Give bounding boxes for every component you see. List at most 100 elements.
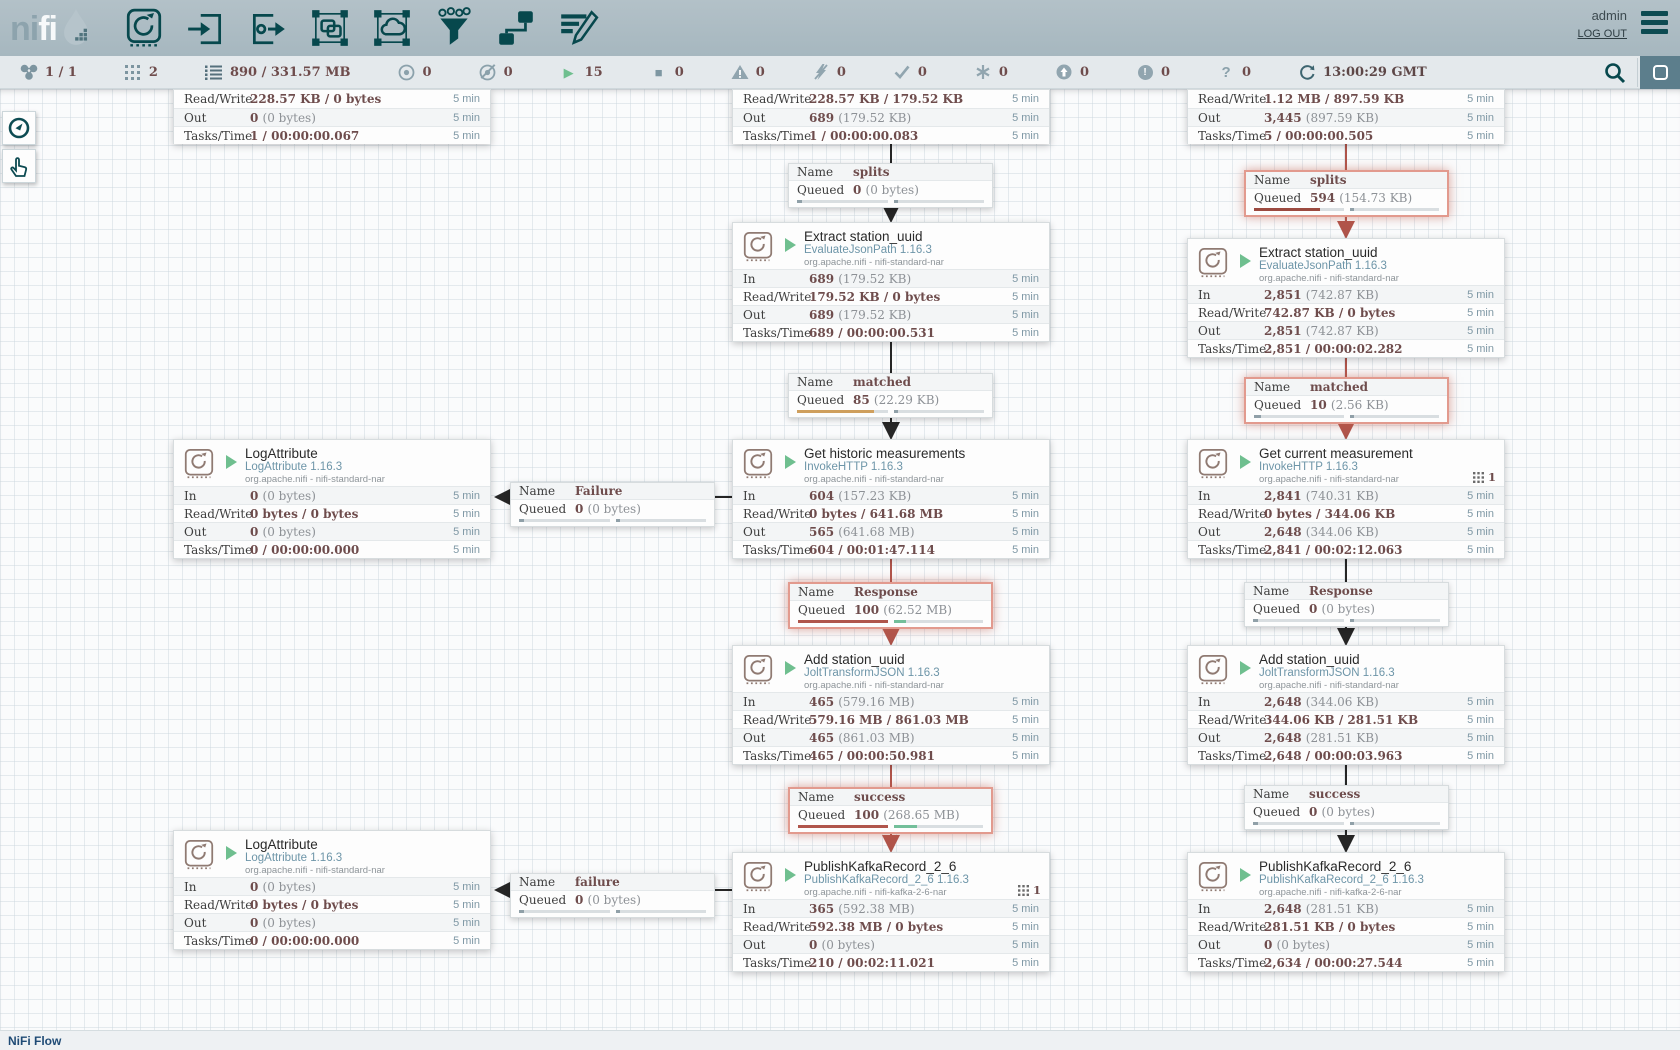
processor-component-icon[interactable] (121, 5, 167, 51)
processor-partial-left[interactable]: Read/Write228.57 KB / 0 bytes5 min Out0 … (173, 89, 491, 144)
processor-extract-station-uuid-middle[interactable]: Extract station_uuidEvaluateJsonPath 1.1… (732, 222, 1050, 342)
connection-queued: 0 (0 bytes) (853, 183, 919, 197)
stat-value: 465 (861.03 MB) (809, 731, 1006, 745)
stat-window: 5 min (453, 508, 480, 520)
connection-success-right[interactable]: NamesuccessQueued0 (0 bytes) (1244, 785, 1449, 830)
stat-row-in: In365 (592.38 MB)5 min (733, 899, 1049, 917)
connection-failure-bottom[interactable]: NamefailureQueued0 (0 bytes) (510, 873, 715, 918)
process-group-component-icon[interactable] (307, 5, 353, 51)
processor-publishkafkarecord-middle[interactable]: PublishKafkaRecord_2_6PublishKafkaRecord… (732, 852, 1050, 972)
stat-window: 5 min (1012, 273, 1039, 285)
queue-percent-bars (1245, 617, 1448, 626)
connection-name: Response (854, 585, 918, 599)
stat-value: 210 / 00:02:11.021 (809, 956, 1006, 970)
queued-count: 890 / 331.57 MB (230, 65, 351, 80)
settings-button[interactable] (1640, 56, 1680, 89)
connection-success-middle[interactable]: NamesuccessQueued100 (268.65 MB) (788, 787, 993, 834)
connection-splits-right[interactable]: NamesplitsQueued594 (154.73 KB) (1244, 170, 1449, 217)
processor-title: Extract station_uuid (1259, 245, 1496, 260)
connection-matched-middle[interactable]: NamematchedQueued85 (22.29 KB) (788, 373, 993, 418)
processor-title: PublishKafkaRecord_2_6 (804, 859, 1041, 874)
stat-row-out: Out2,648 (281.51 KB)5 min (1188, 728, 1504, 746)
queue-percent-bars (790, 618, 991, 627)
label-component-icon[interactable] (555, 5, 601, 51)
logo-text-fi: fi (38, 10, 57, 49)
processor-icon (1198, 861, 1228, 898)
transmitting-count: 0 (423, 65, 432, 80)
stat-value: 689 (179.52 KB) (809, 272, 1006, 286)
processor-title: Add station_uuid (804, 652, 1041, 667)
stat-window: 5 min (453, 544, 480, 556)
connection-matched-right[interactable]: NamematchedQueued10 (2.56 KB) (1244, 377, 1449, 424)
nifi-logo: nifi (10, 7, 93, 49)
processor-bundle: org.apache.nifi - nifi-standard-nar (804, 257, 1041, 269)
processor-partial-right[interactable]: Read/Write1.12 MB / 897.59 KB5 min Out3,… (1187, 89, 1505, 144)
settings-icon (1653, 65, 1668, 80)
stat-row-read_write: Read/Write592.38 MB / 0 bytes5 min (733, 917, 1049, 935)
stat-value: 2,648 (344.06 KB) (1264, 695, 1461, 709)
template-component-icon[interactable] (493, 5, 539, 51)
connection-name-row: Namesplits (1246, 172, 1447, 189)
processor-logattribute-bottom[interactable]: LogAttributeLogAttribute 1.16.3org.apach… (173, 830, 491, 950)
connection-failure-top[interactable]: NameFailureQueued0 (0 bytes) (510, 482, 715, 527)
stat-row-tasks_time: Tasks/Time465 / 00:00:50.9815 min (733, 746, 1049, 764)
stat-row-tasks_time: Tasks/Time2,634 / 00:00:27.5445 min (1188, 953, 1504, 971)
input-port-component-icon[interactable] (183, 5, 229, 51)
stat-window: 5 min (1012, 327, 1039, 339)
stat-row-read_write: Read/Write344.06 KB / 281.51 KB5 min (1188, 710, 1504, 728)
funnel-component-icon[interactable] (431, 5, 477, 51)
connection-queued-row: Queued0 (0 bytes) (1245, 600, 1448, 617)
stat-value: 0 / 00:00:00.000 (250, 934, 447, 948)
stat-row-in: In2,648 (281.51 KB)5 min (1188, 899, 1504, 917)
invalid-count: 0 (756, 65, 765, 80)
connection-response-middle[interactable]: NameResponseQueued100 (62.52 MB) (788, 582, 993, 629)
remote-process-group-component-icon[interactable] (369, 5, 415, 51)
last-refresh-time: 13:00:29 GMT (1323, 65, 1427, 80)
processor-get-current-measurement[interactable]: Get current measurementInvokeHTTP 1.16.3… (1187, 439, 1505, 559)
breadcrumb-root[interactable]: NiFi Flow (8, 1034, 61, 1048)
queued-icon (205, 63, 223, 81)
operate-palette-button[interactable] (2, 149, 36, 183)
global-menu-icon[interactable] (1641, 8, 1668, 38)
processor-add-station-uuid-middle[interactable]: Add station_uuidJoltTransformJSON 1.16.3… (732, 645, 1050, 765)
logo-text-ni: ni (10, 10, 38, 49)
stat-value: 689 (179.52 KB) (809, 308, 1006, 322)
stat-out: 3,445 (897.59 KB) (1264, 111, 1461, 125)
stopped-count: 0 (675, 65, 684, 80)
connection-queued: 100 (268.65 MB) (854, 808, 960, 822)
connection-name: failure (575, 875, 620, 889)
hand-pointer-icon (7, 154, 31, 178)
refresh-icon[interactable] (1298, 63, 1316, 81)
connection-queued: 0 (0 bytes) (1309, 805, 1375, 819)
stat-window: 5 min (453, 490, 480, 502)
connection-splits-middle[interactable]: NamesplitsQueued0 (0 bytes) (788, 163, 993, 208)
logout-link[interactable]: LOG OUT (1577, 25, 1627, 43)
stat-row-tasks_time: Tasks/Time210 / 00:02:11.0215 min (733, 953, 1049, 971)
processor-publishkafkarecord-right[interactable]: PublishKafkaRecord_2_6PublishKafkaRecord… (1187, 852, 1505, 972)
connection-name-row: NameResponse (1245, 583, 1448, 600)
stat-row-read_write: Read/Write179.52 KB / 0 bytes5 min (733, 287, 1049, 305)
output-port-component-icon[interactable] (245, 5, 291, 51)
processor-logattribute-top[interactable]: LogAttributeLogAttribute 1.16.3org.apach… (173, 439, 491, 559)
search-icon[interactable] (1603, 61, 1627, 85)
processor-bundle: org.apache.nifi - nifi-kafka-2-6-nar (1259, 887, 1496, 899)
processor-get-historic-measurements[interactable]: Get historic measurementsInvokeHTTP 1.16… (732, 439, 1050, 559)
processor-extract-station-uuid-right[interactable]: Extract station_uuidEvaluateJsonPath 1.1… (1187, 238, 1505, 358)
stat-value: 2,841 (740.31 KB) (1264, 489, 1461, 503)
active-threads-badge: 1 (1473, 470, 1496, 484)
flow-canvas[interactable]: Read/Write228.57 KB / 0 bytes5 min Out0 … (0, 89, 1680, 1030)
processor-partial-middle[interactable]: Read/Write228.57 KB / 179.52 KB5 min Out… (732, 89, 1050, 144)
stat-window: 5 min (1467, 325, 1494, 337)
stat-tasks: 1 / 00:00:00.067 (250, 129, 447, 143)
stat-row-tasks_time: Tasks/Time0 / 00:00:00.0005 min (174, 931, 490, 949)
processor-icon (743, 231, 773, 268)
processor-add-station-uuid-right[interactable]: Add station_uuidJoltTransformJSON 1.16.3… (1187, 645, 1505, 765)
stat-window: 5 min (1012, 732, 1039, 744)
processor-type: JoltTransformJSON 1.16.3 (1259, 667, 1496, 680)
connection-response-right[interactable]: NameResponseQueued0 (0 bytes) (1244, 582, 1449, 627)
queue-percent-bars (1245, 820, 1448, 829)
stat-value: 2,648 (344.06 KB) (1264, 525, 1461, 539)
stat-value: 2,648 (281.51 KB) (1264, 902, 1461, 916)
navigate-palette-button[interactable] (2, 111, 36, 145)
stat-row-out: Out689 (179.52 KB)5 min (733, 305, 1049, 323)
